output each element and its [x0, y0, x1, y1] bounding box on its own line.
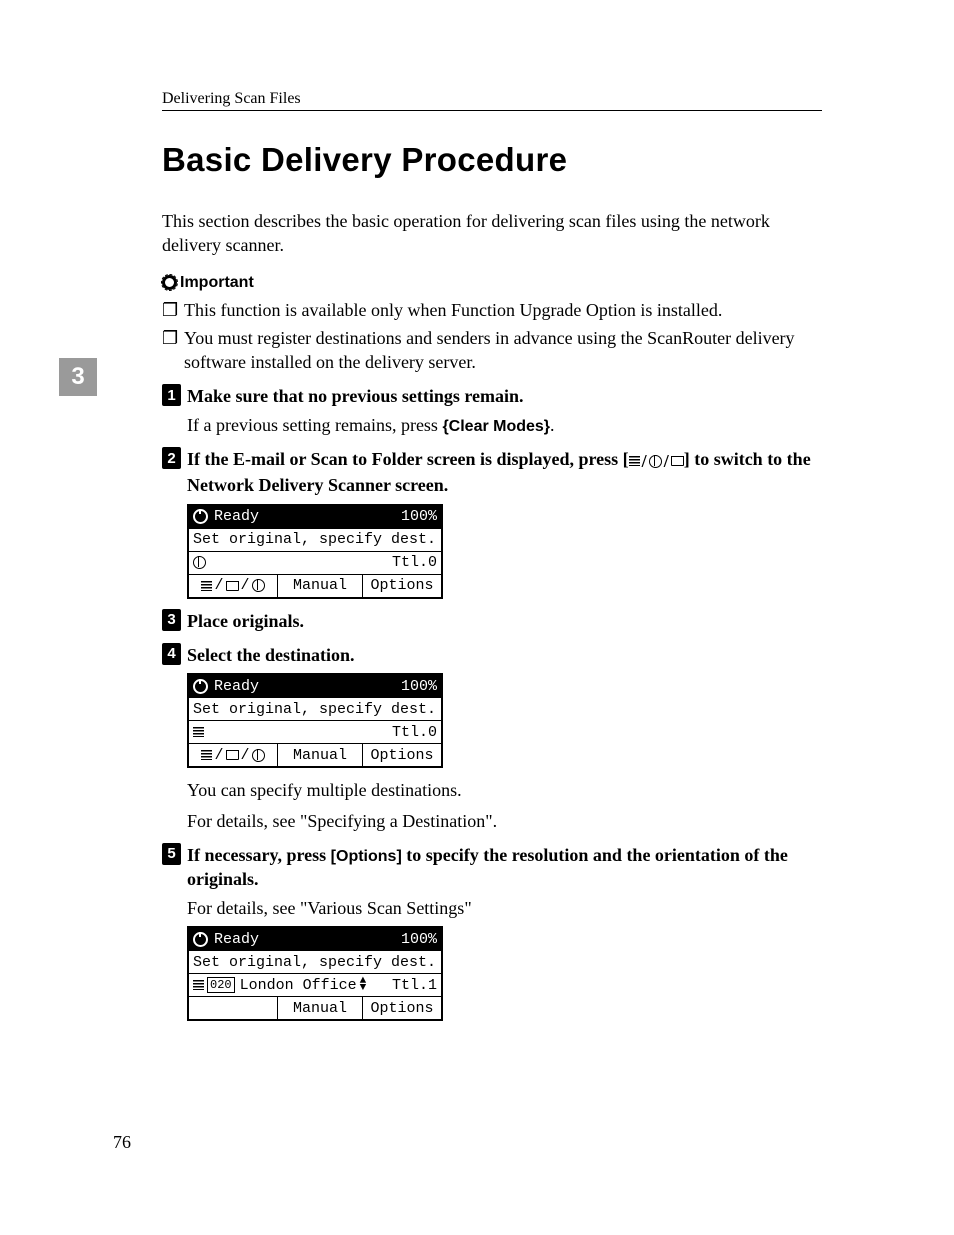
power-icon [193, 932, 208, 947]
lcd-message-row: Set original, specify dest. [189, 528, 441, 551]
lcd-ready-label: Ready [214, 508, 259, 525]
lcd-percent: 100% [401, 508, 437, 525]
step-text: Place originals. [187, 609, 304, 633]
step-5-sub: For details, see "Various Scan Settings" [187, 896, 822, 920]
step-number-icon: 3 [162, 609, 181, 631]
lcd-status-row: Ready 100% [189, 675, 441, 697]
mode-switch-button[interactable]: // [189, 575, 278, 597]
lcd-display: Ready 100% Set original, specify dest. T… [187, 504, 443, 599]
step-2: 2 If the E-mail or Scan to Folder screen… [162, 447, 822, 497]
page-number: 76 [113, 1132, 131, 1153]
running-header: Delivering Scan Files [162, 90, 822, 111]
lcd-ready-label: Ready [214, 931, 259, 948]
step-1-sub: If a previous setting remains, press {Cl… [187, 413, 822, 438]
lcd-total: Ttl.1 [392, 977, 437, 994]
scroll-arrows-icon: ▲▼ [360, 978, 367, 992]
lcd-display: Ready 100% Set original, specify dest. T… [187, 673, 443, 768]
step-number-icon: 1 [162, 384, 181, 406]
manual-button[interactable]: Manual [277, 997, 363, 1019]
lcd-status-row: Ready 100% [189, 506, 441, 528]
mode-switch-icons: // [629, 449, 684, 473]
lcd-total: Ttl.0 [392, 554, 437, 571]
clear-modes-key-label: {Clear Modes} [442, 418, 550, 435]
globe-icon [252, 749, 265, 762]
globe-icon [252, 579, 265, 592]
lcd-total: Ttl.0 [392, 724, 437, 741]
step-text-pre: If necessary, press [187, 845, 331, 865]
gear-icon [162, 275, 177, 290]
folder-icon [671, 456, 684, 466]
important-label-text: Important [180, 274, 254, 292]
lcd-dest-row: Ttl.0 [189, 551, 441, 574]
list-icon [201, 581, 212, 591]
step-number-icon: 5 [162, 843, 181, 865]
lcd-softkey-row: Manual Options [189, 996, 441, 1019]
lcd-softkey-row: // Manual Options [189, 743, 441, 766]
step-sub-text: . [550, 415, 555, 435]
lcd-dest-row: Ttl.0 [189, 720, 441, 743]
manual-button[interactable]: Manual [278, 575, 363, 597]
step-number-icon: 4 [162, 643, 181, 665]
step-4: 4 Select the destination. [162, 643, 822, 667]
step-5: 5 If necessary, press [Options] to speci… [162, 843, 822, 892]
options-button[interactable]: Options [363, 744, 441, 766]
step-text: Select the destination. [187, 643, 354, 667]
lcd-percent: 100% [401, 678, 437, 695]
step-4-sub2: For details, see "Specifying a Destinati… [187, 809, 822, 833]
step-text-pre: If the E-mail or Scan to Folder screen i… [187, 449, 629, 469]
lcd-ready-label: Ready [214, 678, 259, 695]
list-item: ❐ This function is available only when F… [162, 298, 822, 322]
step-sub-text: If a previous setting remains, press [187, 415, 442, 435]
globe-icon [649, 455, 662, 468]
list-item-text: This function is available only when Fun… [184, 298, 722, 322]
list-icon [193, 727, 204, 737]
intro-paragraph: This section describes the basic operati… [162, 209, 822, 258]
page-title: Basic Delivery Procedure [162, 141, 822, 179]
manual-button[interactable]: Manual [278, 744, 363, 766]
list-icon [201, 750, 212, 760]
power-icon [193, 509, 208, 524]
step-3: 3 Place originals. [162, 609, 822, 633]
lcd-message-row: Set original, specify dest. [189, 950, 441, 973]
bullet-icon: ❐ [162, 298, 184, 322]
important-list: ❐ This function is available only when F… [162, 298, 822, 375]
step-text: If necessary, press [Options] to specify… [187, 843, 822, 892]
dest-name: London Office [240, 977, 357, 994]
power-icon [193, 679, 208, 694]
lcd-display: Ready 100% Set original, specify dest. 0… [187, 926, 443, 1021]
softkey-blank [189, 997, 277, 1019]
dest-code: 020 [207, 977, 235, 993]
lcd-softkey-row: // Manual Options [189, 574, 441, 597]
folder-icon [226, 581, 239, 591]
options-button[interactable]: Options [363, 575, 441, 597]
chapter-tab: 3 [59, 358, 97, 396]
list-item: ❐ You must register destinations and sen… [162, 326, 822, 375]
mode-switch-button[interactable]: // [189, 744, 278, 766]
step-number-icon: 2 [162, 447, 181, 469]
options-button[interactable]: Options [363, 997, 441, 1019]
important-heading: Important [162, 274, 822, 292]
lcd-percent: 100% [401, 931, 437, 948]
list-icon [629, 456, 640, 466]
lcd-message-row: Set original, specify dest. [189, 697, 441, 720]
lcd-status-row: Ready 100% [189, 928, 441, 950]
page-content: Delivering Scan Files Basic Delivery Pro… [162, 90, 822, 1031]
bullet-icon: ❐ [162, 326, 184, 375]
step-text: If the E-mail or Scan to Folder screen i… [187, 447, 822, 497]
step-4-sub1: You can specify multiple destinations. [187, 778, 822, 802]
step-1: 1 Make sure that no previous settings re… [162, 384, 822, 408]
step-text: Make sure that no previous settings rema… [187, 384, 524, 408]
lcd-dest-row: 020 London Office ▲▼ Ttl.1 [189, 973, 441, 996]
folder-icon [226, 750, 239, 760]
globe-icon [193, 556, 206, 569]
list-icon [193, 980, 204, 990]
options-key-label: [Options] [331, 848, 402, 865]
list-item-text: You must register destinations and sende… [184, 326, 822, 375]
